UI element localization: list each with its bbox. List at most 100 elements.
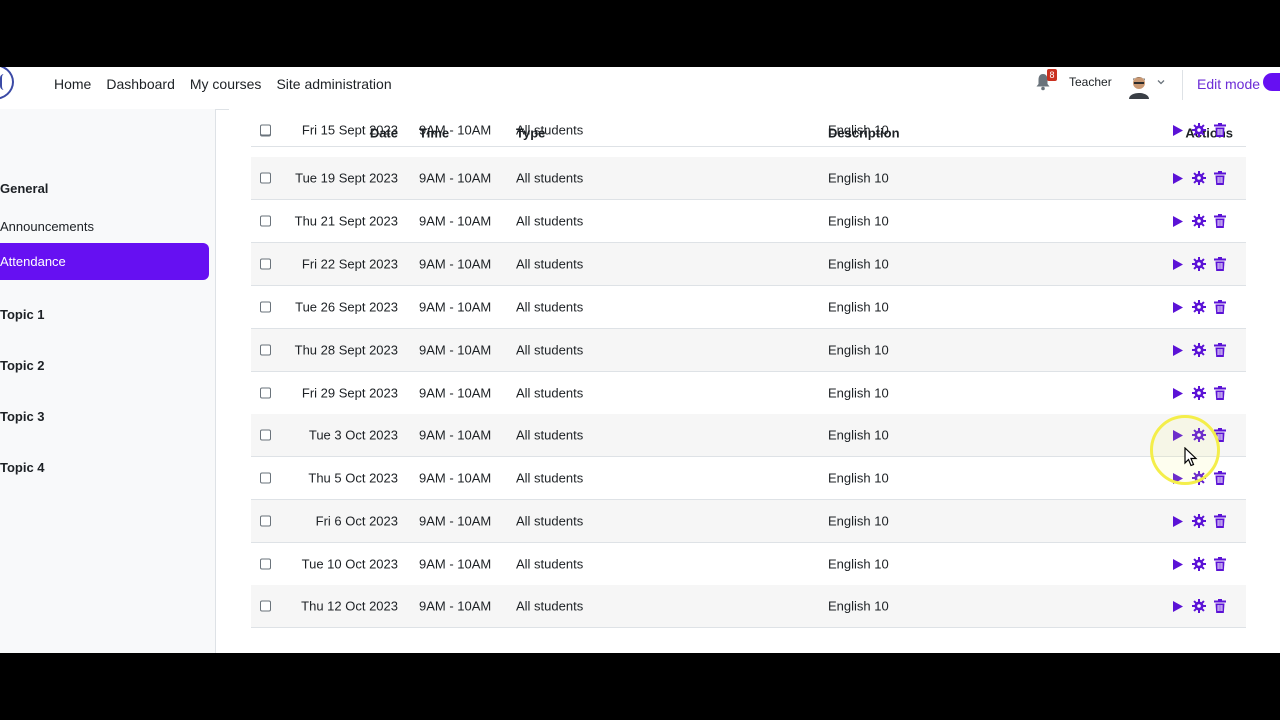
row-select-checkbox[interactable] (260, 344, 271, 356)
course-index-item-attendance[interactable]: Attendance (0, 243, 209, 280)
session-description: English 10 (828, 213, 889, 229)
row-select-checkbox[interactable] (260, 387, 271, 399)
play-icon[interactable] (1171, 515, 1184, 528)
session-type: All students (516, 256, 584, 272)
play-icon[interactable] (1171, 124, 1184, 137)
row-select-checkbox[interactable] (260, 172, 271, 184)
trash-icon[interactable] (1214, 386, 1226, 400)
session-time: 9AM - 10AM (419, 598, 492, 614)
top-navbar: Home Dashboard My courses Site administr… (0, 67, 1280, 110)
trash-icon[interactable] (1214, 557, 1226, 571)
gear-icon[interactable] (1192, 343, 1206, 357)
trash-icon[interactable] (1214, 300, 1226, 314)
row-select-checkbox[interactable] (260, 558, 271, 570)
table-row: Thu 5 Oct 2023 9AM - 10AM All students Engl… (251, 457, 1246, 500)
session-type: All students (516, 299, 584, 315)
session-type: All students (516, 598, 584, 614)
gear-icon[interactable] (1192, 557, 1206, 571)
course-index-item-topic-4[interactable]: Topic 4 (0, 460, 45, 475)
table-row: Thu 12 Oct 2023 9AM - 10AM All students Eng… (251, 585, 1246, 628)
session-time: 9AM - 10AM (419, 470, 492, 486)
session-date: Thu 12 Oct 2023 (301, 598, 398, 614)
session-description: English 10 (828, 170, 889, 186)
session-date: Tue 26 Sept 2023 (295, 299, 398, 315)
trash-icon[interactable] (1214, 471, 1226, 485)
row-select-checkbox[interactable] (260, 301, 271, 313)
play-icon[interactable] (1171, 344, 1184, 357)
session-description: English 10 (828, 470, 889, 486)
mouse-cursor-icon (1184, 447, 1198, 467)
course-index-item-topic-3[interactable]: Topic 3 (0, 409, 45, 424)
trash-icon[interactable] (1214, 214, 1226, 228)
row-actions (1171, 343, 1226, 357)
session-type: All students (516, 470, 584, 486)
play-icon[interactable] (1171, 600, 1184, 613)
row-actions (1171, 214, 1226, 228)
session-date: Tue 10 Oct 2023 (301, 556, 398, 572)
session-type: All students (516, 513, 584, 529)
session-type: All students (516, 427, 584, 443)
session-time: 9AM - 10AM (419, 256, 492, 272)
app-window: Home Dashboard My courses Site administr… (0, 67, 1280, 653)
trash-icon[interactable] (1214, 123, 1226, 137)
main-content: Date Time Type Description Actions Fri 1… (229, 109, 1280, 653)
course-index-item-topic-1[interactable]: Topic 1 (0, 307, 45, 322)
row-select-checkbox[interactable] (260, 258, 271, 270)
row-actions (1171, 300, 1226, 314)
gear-icon[interactable] (1192, 123, 1206, 137)
play-icon[interactable] (1171, 258, 1184, 271)
edit-mode-label[interactable]: Edit mode (1197, 76, 1260, 92)
row-select-checkbox[interactable] (260, 472, 271, 484)
session-type: All students (516, 213, 584, 229)
session-date: Fri 29 Sept 2023 (301, 385, 398, 401)
play-icon[interactable] (1171, 215, 1184, 228)
trash-icon[interactable] (1214, 257, 1226, 271)
gear-icon[interactable] (1192, 514, 1206, 528)
row-select-checkbox[interactable] (260, 429, 271, 441)
user-avatar-icon[interactable] (1126, 73, 1152, 99)
session-date: Fri 6 Oct 2023 (315, 513, 398, 529)
nav-site-administration[interactable]: Site administration (276, 76, 391, 92)
nav-dashboard[interactable]: Dashboard (106, 76, 175, 92)
play-icon[interactable] (1171, 301, 1184, 314)
user-menu-chevron-down-icon[interactable] (1157, 78, 1165, 86)
nav-my-courses[interactable]: My courses (190, 76, 262, 92)
trash-icon[interactable] (1214, 171, 1226, 185)
trash-icon[interactable] (1214, 599, 1226, 613)
site-logo-icon[interactable] (0, 67, 14, 100)
play-icon[interactable] (1171, 387, 1184, 400)
gear-icon[interactable] (1192, 300, 1206, 314)
row-select-checkbox[interactable] (260, 515, 271, 527)
row-select-checkbox[interactable] (260, 124, 271, 136)
trash-icon[interactable] (1214, 343, 1226, 357)
gear-icon[interactable] (1192, 171, 1206, 185)
user-name[interactable]: Teacher (1069, 75, 1112, 89)
session-type: All students (516, 122, 584, 138)
gear-icon[interactable] (1192, 386, 1206, 400)
session-time: 9AM - 10AM (419, 122, 492, 138)
trash-icon[interactable] (1214, 514, 1226, 528)
gear-icon[interactable] (1192, 214, 1206, 228)
session-date: Fri 22 Sept 2023 (301, 256, 398, 272)
course-index-item-announcements[interactable]: Announcements (0, 219, 94, 234)
session-description: English 10 (828, 122, 889, 138)
play-icon[interactable] (1171, 558, 1184, 571)
course-index-item-topic-2[interactable]: Topic 2 (0, 358, 45, 373)
gear-icon[interactable] (1192, 599, 1206, 613)
nav-home[interactable]: Home (54, 76, 91, 92)
course-index-item-general[interactable]: General (0, 181, 48, 196)
gear-icon[interactable] (1192, 257, 1206, 271)
edit-mode-toggle[interactable] (1263, 73, 1280, 91)
session-time: 9AM - 10AM (419, 299, 492, 315)
session-description: English 10 (828, 342, 889, 358)
row-select-checkbox[interactable] (260, 215, 271, 227)
table-row: Tue 19 Sept 2023 9AM - 10AM All students En… (251, 157, 1246, 200)
session-date: Tue 19 Sept 2023 (295, 170, 398, 186)
play-icon[interactable] (1171, 172, 1184, 185)
row-select-checkbox[interactable] (260, 600, 271, 612)
table-row: Thu 28 Sept 2023 9AM - 10AM All students En… (251, 329, 1246, 372)
session-description: English 10 (828, 556, 889, 572)
table-row: Tue 3 Oct 2023 9AM - 10AM All students Engl… (251, 414, 1246, 457)
row-actions (1171, 599, 1226, 613)
row-actions (1171, 123, 1226, 137)
